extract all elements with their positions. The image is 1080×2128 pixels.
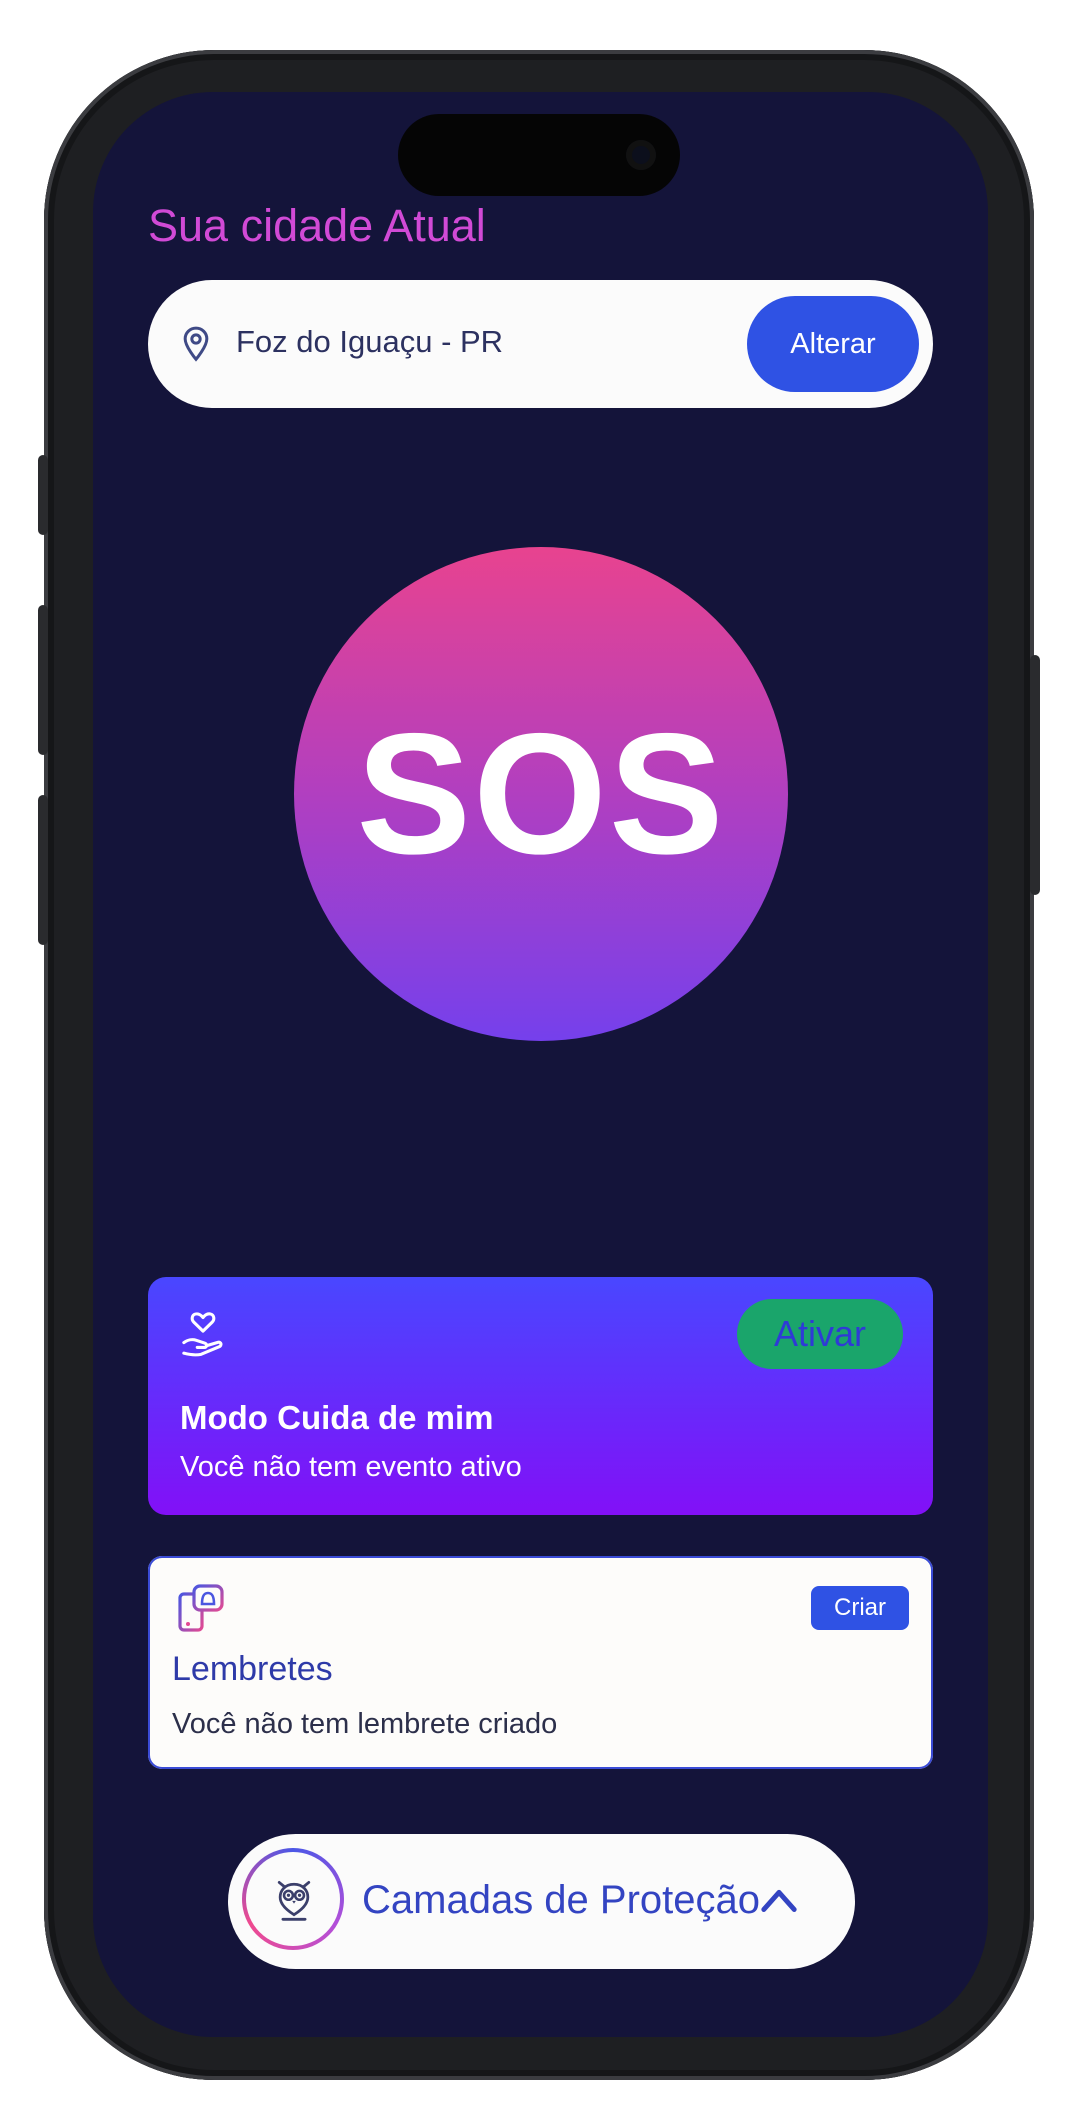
chevron-up-icon[interactable] — [760, 1886, 798, 1914]
activate-care-mode-button[interactable]: Ativar — [737, 1299, 903, 1369]
care-mode-card: Ativar Modo Cuida de mim Você não tem ev… — [148, 1277, 933, 1515]
owl-avatar — [242, 1848, 344, 1950]
sos-button[interactable]: SOS — [294, 547, 788, 1041]
reminders-status: Você não tem lembrete criado — [172, 1708, 558, 1740]
city-selector: Foz do Iguaçu - PR Alterar — [148, 280, 933, 408]
phone-volume-down-button — [38, 795, 48, 945]
create-reminder-button[interactable]: Criar — [811, 1586, 909, 1630]
protection-layers-label: Camadas de Proteção — [362, 1878, 761, 1922]
phone-power-button — [1030, 655, 1040, 895]
phone-bell-icon — [178, 1584, 224, 1632]
app-screen: Sua cidade Atual Foz do Iguaçu - PR Alte… — [93, 92, 988, 2037]
phone-volume-up-button — [38, 605, 48, 755]
owl-pin-icon — [277, 1881, 311, 1921]
current-city: Foz do Iguaçu - PR — [236, 324, 504, 359]
map-pin-icon — [183, 326, 209, 362]
change-city-button[interactable]: Alterar — [747, 296, 919, 392]
phone-action-button — [38, 455, 48, 535]
care-mode-title: Modo Cuida de mim — [180, 1399, 494, 1436]
camera-icon — [626, 140, 656, 170]
page-title: Sua cidade Atual — [148, 200, 486, 251]
dynamic-island — [398, 114, 680, 196]
heart-hand-icon — [182, 1312, 223, 1357]
reminders-card: Criar Lembretes Você não tem lembrete cr… — [148, 1556, 933, 1769]
reminders-title: Lembretes — [172, 1650, 333, 1688]
sos-label: SOS — [356, 698, 726, 890]
protection-layers-button[interactable]: Camadas de Proteção — [228, 1834, 855, 1969]
care-mode-status: Você não tem evento ativo — [180, 1451, 522, 1483]
